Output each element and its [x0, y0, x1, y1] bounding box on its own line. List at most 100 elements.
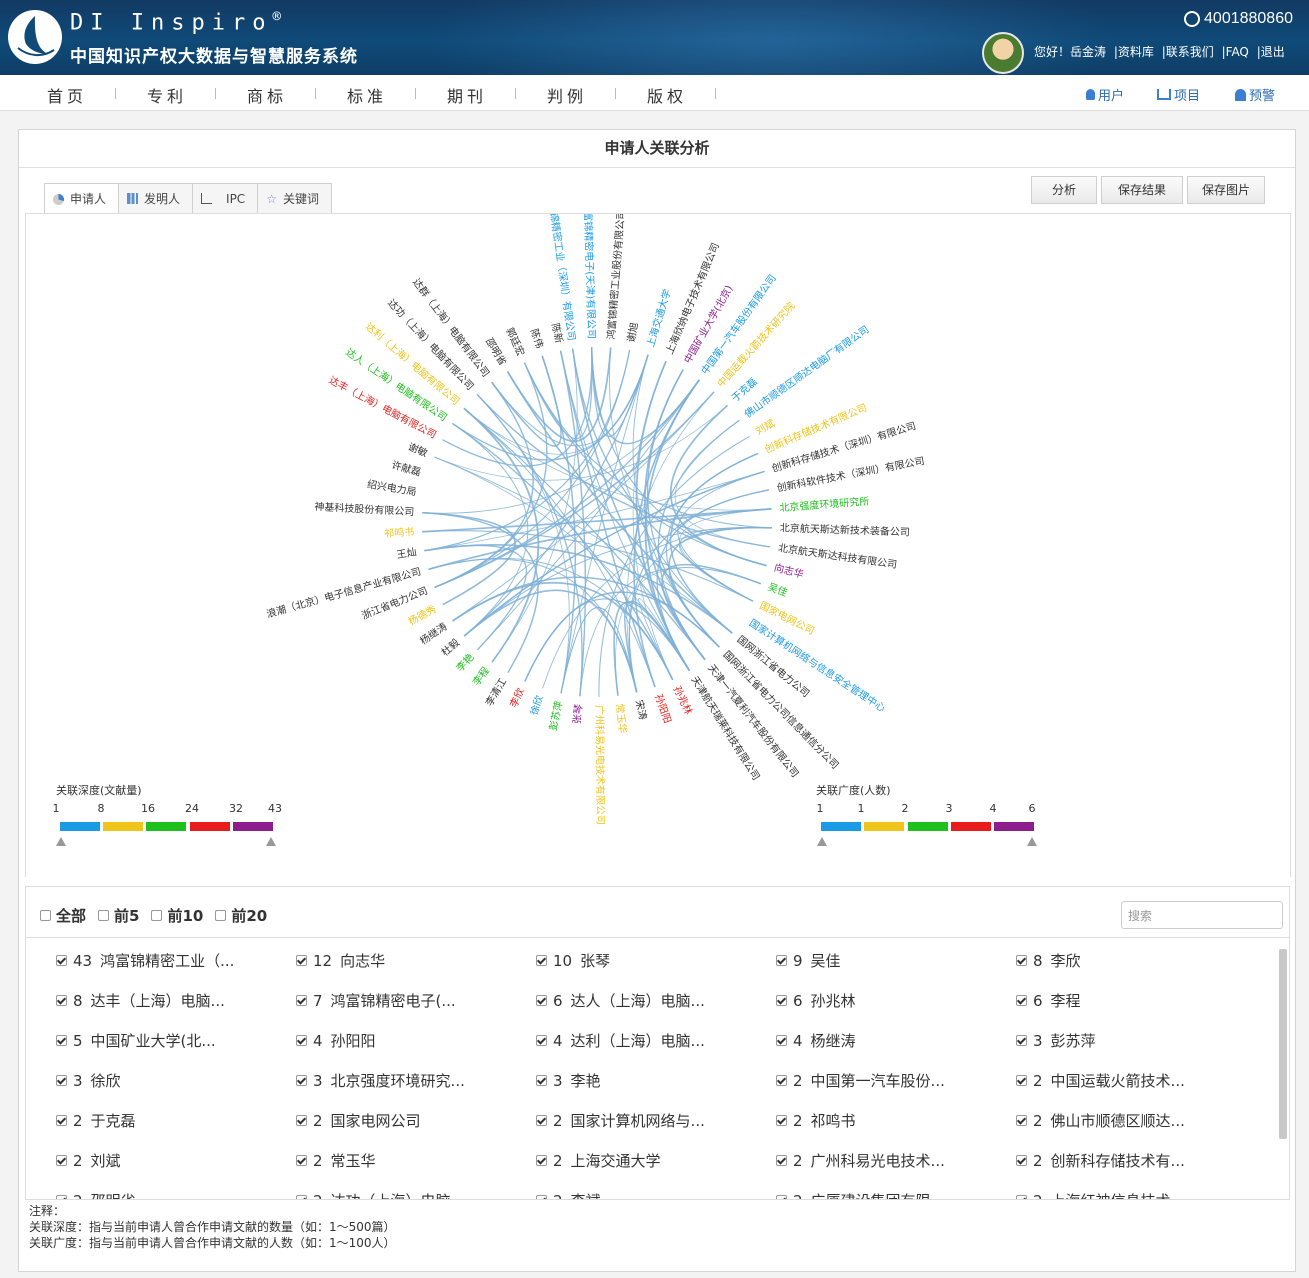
nav-home[interactable]: 首页 — [47, 83, 87, 107]
checkbox-icon[interactable] — [56, 1075, 67, 1086]
applicant-item[interactable]: 2 达功（上海）电脑... — [296, 1190, 465, 1199]
applicant-item[interactable]: 2 上海交通大学 — [536, 1150, 661, 1171]
checkbox-icon[interactable] — [56, 995, 67, 1006]
applicant-item[interactable]: 2 刘斌 — [56, 1150, 121, 1171]
node-label[interactable]: 宋涛 — [633, 699, 650, 721]
filter-top10[interactable]: 前10 — [151, 905, 203, 926]
filter-top5[interactable]: 前5 — [98, 905, 139, 926]
checkbox-icon[interactable] — [776, 1075, 787, 1086]
chord-diagram[interactable]: 鸿富锦精密工业（深圳）有限公司 鸿富锦精密电子(天津)有限公司 鸿富锦精密工业股份有… — [26, 191, 1288, 877]
nav-project[interactable]: 项目 — [1157, 85, 1200, 104]
checkbox-icon[interactable] — [56, 1115, 67, 1126]
save-image-button[interactable]: 保存图片 — [1186, 176, 1265, 204]
applicant-item[interactable]: 4 孙阳阳 — [296, 1030, 376, 1051]
checkbox-icon[interactable] — [536, 995, 547, 1006]
applicant-item[interactable]: 2 佛山市顺德区顺达... — [1016, 1110, 1185, 1131]
checkbox-icon[interactable] — [536, 1075, 547, 1086]
node-label[interactable]: 神基科技股份有限公司 — [314, 500, 415, 518]
node-label[interactable]: 谢敏 — [406, 440, 429, 459]
checkbox-icon[interactable] — [151, 910, 163, 921]
applicant-item[interactable]: 2 中国运载火箭技术... — [1016, 1070, 1185, 1091]
checkbox-icon[interactable] — [56, 1035, 67, 1046]
checkbox-icon[interactable] — [776, 995, 787, 1006]
applicant-item[interactable]: 2 于克磊 — [56, 1110, 136, 1131]
applicant-item[interactable]: 3 彭苏萍 — [1016, 1030, 1096, 1051]
applicant-item[interactable]: 7 鸿富锦精密电子(... — [296, 990, 456, 1011]
checkbox-icon[interactable] — [1016, 1115, 1027, 1126]
node-label[interactable]: 陈伟 — [528, 327, 547, 350]
applicant-item[interactable]: 8 达丰（上海）电脑... — [56, 990, 225, 1011]
checkbox-icon[interactable] — [776, 1155, 787, 1166]
checkbox-icon[interactable] — [1016, 1195, 1027, 1199]
applicant-item[interactable]: 4 达利（上海）电脑... — [536, 1030, 705, 1051]
checkbox-icon[interactable] — [296, 1075, 307, 1086]
node-label[interactable]: 张琴 — [571, 704, 585, 725]
range-handle-right-icon[interactable] — [1027, 837, 1037, 846]
node-label[interactable]: 浪潮（北京）电子信息产业有限公司 — [265, 565, 423, 621]
node-label[interactable]: 广州科易光电技术有限公司 — [593, 705, 607, 825]
applicant-item[interactable]: 10 张琴 — [536, 950, 610, 971]
applicant-item[interactable]: 43 鸿富锦精密工业（... — [56, 950, 234, 971]
checkbox-icon[interactable] — [1016, 1075, 1027, 1086]
node-label[interactable]: 鸿富锦精密电子(天津)有限公司 — [581, 201, 598, 339]
node-label[interactable]: 吴佳 — [766, 580, 789, 599]
node-label[interactable]: 祁鸣书 — [384, 525, 415, 540]
applicant-item[interactable]: 2 广厦建设集团有限... — [776, 1190, 945, 1199]
save-result-button[interactable]: 保存结果 — [1100, 176, 1183, 204]
node-label[interactable]: 北京航天斯达科技有限公司 — [777, 541, 898, 571]
node-label[interactable]: 王灿 — [396, 545, 418, 561]
node-label[interactable]: 杨继涛 — [417, 620, 449, 648]
checkbox-icon[interactable] — [1016, 995, 1027, 1006]
checkbox-icon[interactable] — [215, 910, 227, 921]
checkbox-icon[interactable] — [98, 910, 110, 921]
node-label[interactable]: 绍兴电力局 — [366, 477, 417, 498]
nav-user[interactable]: 用户 — [1086, 85, 1124, 104]
node-label[interactable]: 陈新 — [549, 322, 566, 344]
nav-case[interactable]: 判例 — [547, 83, 587, 107]
checkbox-icon[interactable] — [56, 1195, 67, 1199]
checkbox-icon[interactable] — [776, 1115, 787, 1126]
checkbox-icon[interactable] — [536, 1035, 547, 1046]
applicant-item[interactable]: 8 李欣 — [1016, 950, 1081, 971]
analyze-button[interactable]: 分析 — [1030, 176, 1097, 204]
node-label[interactable]: 常玉华 — [613, 703, 629, 734]
checkbox-icon[interactable] — [776, 1195, 787, 1199]
checkbox-icon[interactable] — [1016, 1155, 1027, 1166]
checkbox-icon[interactable] — [296, 1035, 307, 1046]
node-label[interactable]: 孙阳阳 — [652, 692, 674, 725]
tab-applicant[interactable]: 申请人 — [44, 183, 120, 214]
node-label[interactable]: 刘斌 — [754, 417, 777, 437]
checkbox-icon[interactable] — [56, 1155, 67, 1166]
tab-keyword[interactable]: ☆ 关键词 — [257, 183, 332, 213]
nav-trademark[interactable]: 商标 — [247, 83, 287, 107]
node-label[interactable]: 李清江 — [483, 676, 509, 708]
range-handle-left-icon[interactable] — [817, 837, 827, 846]
checkbox-icon[interactable] — [296, 1195, 307, 1199]
applicant-item[interactable]: 2 祁鸣书 — [776, 1110, 856, 1131]
scrollbar[interactable] — [1279, 949, 1287, 1139]
tab-ipc[interactable]: IPC — [192, 183, 259, 213]
applicant-item[interactable]: 2 国家电网公司 — [296, 1110, 421, 1131]
applicant-item[interactable]: 3 李艳 — [536, 1070, 601, 1091]
node-label[interactable]: 谢旭 — [624, 321, 640, 343]
node-label[interactable]: 徐欣 — [527, 694, 546, 717]
applicant-item[interactable]: 6 李程 — [1016, 990, 1081, 1011]
checkbox-icon[interactable] — [296, 1115, 307, 1126]
applicant-item[interactable]: 9 吴佳 — [776, 950, 841, 971]
node-label[interactable]: 孙兆林 — [671, 684, 696, 717]
node-label[interactable]: 杨德秀 — [406, 602, 439, 628]
node-label[interactable]: 北京航天斯达新技术装备公司 — [780, 521, 910, 538]
node-label[interactable]: 邵明省 — [483, 335, 510, 367]
node-label[interactable]: 李欣 — [507, 686, 527, 710]
applicant-item[interactable]: 2 广州科易光电技术... — [776, 1150, 945, 1171]
link-library[interactable]: |资料库 — [1114, 45, 1154, 59]
applicant-item[interactable]: 2 李斌 — [536, 1190, 601, 1199]
node-label[interactable]: 上海欣纳电子技术有限公司 — [663, 241, 722, 356]
applicant-item[interactable]: 6 达人（上海）电脑... — [536, 990, 705, 1011]
filter-all[interactable]: 全部 — [40, 905, 86, 926]
search-input[interactable]: 搜索 — [1121, 901, 1283, 929]
applicant-item[interactable]: 6 孙兆林 — [776, 990, 856, 1011]
checkbox-icon[interactable] — [296, 995, 307, 1006]
applicant-item[interactable]: 2 邵明省 — [56, 1190, 136, 1199]
node-label[interactable]: 向志华 — [773, 561, 805, 581]
